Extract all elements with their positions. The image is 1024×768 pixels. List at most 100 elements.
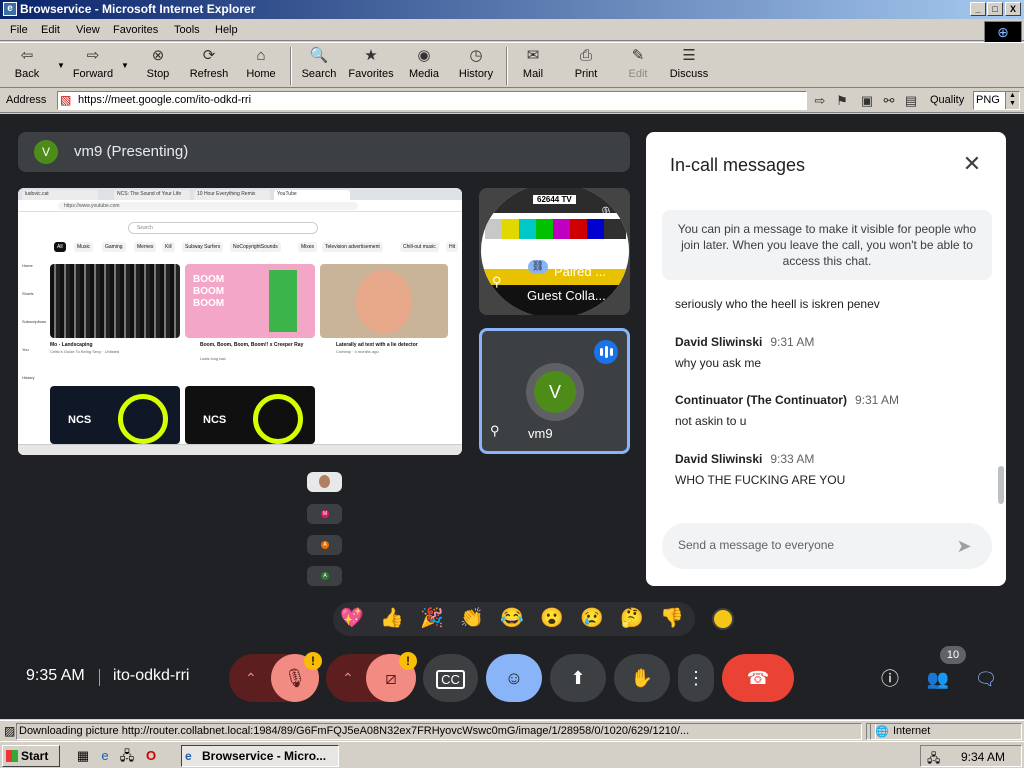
- chip: Memes: [134, 242, 157, 252]
- mini-tile[interactable]: A: [307, 566, 342, 586]
- video-options-chevron-icon[interactable]: ⌃: [342, 654, 354, 702]
- back-dropdown-icon[interactable]: ▼: [57, 61, 65, 70]
- back-button[interactable]: ⇦ Back: [8, 46, 46, 86]
- print-button[interactable]: ⎙ Print: [570, 46, 602, 86]
- mini-tile-video[interactable]: [307, 472, 342, 492]
- ie-task-icon: e: [185, 749, 192, 763]
- close-window-button[interactable]: X: [1005, 2, 1021, 16]
- more-options-button[interactable]: ⋮: [678, 654, 714, 702]
- menu-file[interactable]: File: [10, 24, 28, 36]
- paired-label: Paired ...: [554, 264, 607, 279]
- captions-button[interactable]: CC: [423, 654, 478, 702]
- home-button[interactable]: ⌂ Home: [243, 46, 279, 86]
- zone-label: Internet: [893, 725, 931, 737]
- message-input[interactable]: Send a message to everyone ➤: [662, 523, 992, 569]
- menu-help[interactable]: Help: [215, 24, 238, 36]
- vm9-avatar: V: [526, 363, 584, 421]
- ie-quicklaunch-icon[interactable]: e: [96, 747, 114, 765]
- message-text: seriously who the heell is iskren penev: [675, 297, 880, 311]
- raise-hand-button[interactable]: ✋: [614, 654, 670, 702]
- show-desktop-icon[interactable]: ▦: [74, 747, 92, 765]
- taskbar-item-browservice[interactable]: e Browservice - Micro...: [181, 745, 339, 767]
- reaction-sad[interactable]: 😢: [579, 607, 605, 631]
- reaction-heart[interactable]: 💖: [339, 607, 365, 631]
- menu-favorites[interactable]: Favorites: [113, 24, 158, 36]
- opera-quicklaunch-icon[interactable]: O: [142, 747, 160, 765]
- reaction-surprised[interactable]: 😮: [539, 607, 565, 631]
- pin-icon[interactable]: ⚲: [490, 423, 500, 439]
- people-icon[interactable]: 👥: [925, 666, 951, 692]
- hand-icon: ✋: [630, 668, 654, 688]
- save-page-icon[interactable]: ▣: [858, 92, 876, 110]
- chat-scrollbar[interactable]: [998, 466, 1004, 504]
- presenter-avatar: V: [34, 140, 58, 164]
- discuss-button[interactable]: ☰ Discuss: [668, 46, 710, 86]
- ie-app-icon[interactable]: e: [3, 2, 17, 16]
- close-icon[interactable]: ✕: [960, 152, 984, 176]
- refresh-button[interactable]: ⟳ Refresh: [187, 46, 231, 86]
- shared-sidebar: Home Shorts Subscriptions You History: [22, 263, 47, 380]
- forward-dropdown-icon[interactable]: ▼: [121, 61, 129, 70]
- meeting-info-icon[interactable]: ⓘ: [877, 666, 903, 692]
- present-button[interactable]: ⬆: [550, 654, 606, 702]
- participant-tile-guest[interactable]: 62644 TV 🎙 ⛓ Paired ... ⚲ Guest Colla...: [479, 188, 630, 315]
- minimize-button[interactable]: _: [970, 2, 986, 16]
- chip: NoCopyrightSounds: [230, 242, 281, 252]
- reactions-button[interactable]: ☺: [486, 654, 542, 702]
- favorites-button[interactable]: ★ Favorites: [346, 46, 396, 86]
- media-button[interactable]: ◉ Media: [406, 46, 442, 86]
- reaction-thinking[interactable]: 🤔: [619, 607, 645, 631]
- history-button[interactable]: ◷ History: [455, 46, 497, 86]
- message-input-placeholder: Send a message to everyone: [678, 538, 835, 552]
- reaction-party[interactable]: 🎉: [419, 607, 445, 631]
- message-list[interactable]: seriously who the heell is iskren penev …: [646, 282, 1006, 522]
- favorites-icon: ★: [364, 47, 378, 64]
- skin-tone-picker[interactable]: [712, 608, 734, 630]
- forward-button[interactable]: ⇨ Forward: [68, 46, 118, 86]
- mini-tile[interactable]: A: [307, 535, 342, 555]
- emoji-icon: ☺: [504, 668, 524, 688]
- chip: All: [54, 242, 66, 252]
- restore-button[interactable]: □: [987, 2, 1003, 16]
- mail-button[interactable]: ✉ Mail: [516, 46, 550, 86]
- page-icon: ▧: [60, 93, 72, 107]
- clipboard-icon[interactable]: ▤: [902, 92, 920, 110]
- quality-spinner-icon[interactable]: ▲ ▼: [1005, 92, 1019, 109]
- menu-view[interactable]: View: [76, 24, 100, 36]
- edit-button[interactable]: ✎ Edit: [624, 46, 652, 86]
- ie-throbber-logo: ⊕: [984, 21, 1022, 43]
- menu-edit[interactable]: Edit: [41, 24, 60, 36]
- chat-icon[interactable]: 🗨: [973, 666, 999, 692]
- send-icon[interactable]: ➤: [952, 534, 976, 558]
- shared-screen[interactable]: ludovic.cat NCS: The Sound of Your Life …: [18, 188, 462, 455]
- go-arrow-icon[interactable]: ⇨: [811, 92, 829, 110]
- address-input[interactable]: ▧ https://meet.google.com/ito-odkd-rri: [57, 91, 807, 110]
- audio-options-chevron-icon[interactable]: ⌃: [245, 654, 257, 702]
- network-tray-icon[interactable]: 🖧: [927, 749, 940, 768]
- find-icon[interactable]: ⚯: [880, 92, 898, 110]
- quality-select[interactable]: PNG ▲ ▼: [973, 91, 1020, 110]
- bookmark-icon[interactable]: ⚑: [833, 92, 851, 110]
- address-url: https://meet.google.com/ito-odkd-rri: [78, 94, 252, 106]
- reaction-thumbs-up[interactable]: 👍: [379, 607, 405, 631]
- windows-taskbar: Start ▦ e 🖧 O e Browservice - Micro... 🖧…: [0, 741, 1024, 768]
- pin-icon[interactable]: ⚲: [492, 274, 502, 290]
- end-call-button[interactable]: ☎: [722, 654, 794, 702]
- meeting-clock: 9:35 AM: [26, 667, 85, 684]
- mini-tile[interactable]: M: [307, 504, 342, 524]
- reaction-clap[interactable]: 👏: [459, 607, 485, 631]
- reaction-thumbs-down[interactable]: 👎: [659, 607, 685, 631]
- chip: Hit: [446, 242, 459, 252]
- participant-tile-vm9[interactable]: V ⚲ vm9: [479, 328, 630, 454]
- explorer-quicklaunch-icon[interactable]: 🖧: [118, 747, 136, 765]
- search-button[interactable]: 🔍 Search: [298, 46, 340, 86]
- stop-button[interactable]: ⊗ Stop: [140, 46, 176, 86]
- start-button[interactable]: Start: [2, 745, 60, 767]
- people-count-badge: 10: [940, 646, 966, 664]
- address-bar: Address ▧ https://meet.google.com/ito-od…: [0, 89, 1024, 113]
- menu-tools[interactable]: Tools: [174, 24, 200, 36]
- muted-mic-icon: 🎙: [598, 206, 614, 220]
- video-title: Mo - Landscaping: [50, 342, 93, 348]
- reaction-laugh[interactable]: 😂: [499, 607, 525, 631]
- message-text: not askin to u: [675, 414, 747, 428]
